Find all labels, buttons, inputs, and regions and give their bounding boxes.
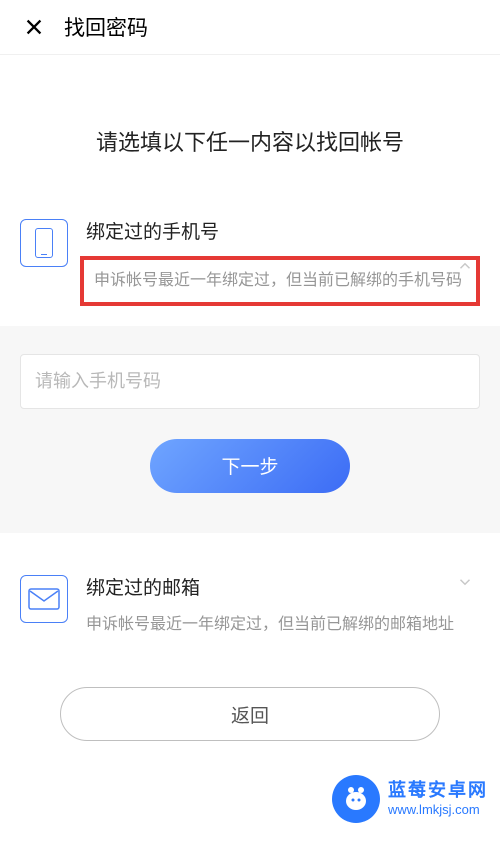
phone-option-description: 申诉帐号最近一年绑定过，但当前已解绑的手机号码 (94, 268, 466, 294)
phone-option-title: 绑定过的手机号 (86, 217, 480, 244)
email-option-description: 申诉帐号最近一年绑定过，但当前已解绑的邮箱地址 (86, 612, 480, 638)
phone-option-section[interactable]: 绑定过的手机号 申诉帐号最近一年绑定过，但当前已解绑的手机号码 (0, 217, 500, 306)
close-icon[interactable] (20, 13, 48, 41)
phone-number-input[interactable] (20, 354, 480, 409)
watermark-url: www.lmkjsj.com (388, 802, 488, 818)
phone-icon (20, 219, 68, 267)
chevron-up-icon (456, 257, 474, 280)
highlight-annotation: 申诉帐号最近一年绑定过，但当前已解绑的手机号码 (80, 256, 480, 306)
header-title: 找回密码 (64, 12, 148, 42)
email-icon (20, 575, 68, 623)
page-title: 请选填以下任一内容以找回帐号 (0, 55, 500, 217)
email-option-title: 绑定过的邮箱 (86, 573, 480, 600)
email-option-section[interactable]: 绑定过的邮箱 申诉帐号最近一年绑定过，但当前已解绑的邮箱地址 (0, 533, 500, 638)
return-button[interactable]: 返回 (60, 687, 440, 741)
watermark-text: 蓝莓安卓网 www.lmkjsj.com (388, 780, 488, 817)
chevron-down-icon (456, 573, 474, 596)
watermark: 蓝莓安卓网 www.lmkjsj.com (332, 775, 488, 823)
email-option-content: 绑定过的邮箱 申诉帐号最近一年绑定过，但当前已解绑的邮箱地址 (86, 573, 480, 638)
watermark-name: 蓝莓安卓网 (388, 780, 488, 802)
watermark-logo-icon (332, 775, 380, 823)
header: 找回密码 (0, 0, 500, 54)
phone-expanded-area: 下一步 (0, 326, 500, 533)
next-button[interactable]: 下一步 (150, 439, 350, 493)
phone-option-content: 绑定过的手机号 申诉帐号最近一年绑定过，但当前已解绑的手机号码 (86, 217, 480, 306)
